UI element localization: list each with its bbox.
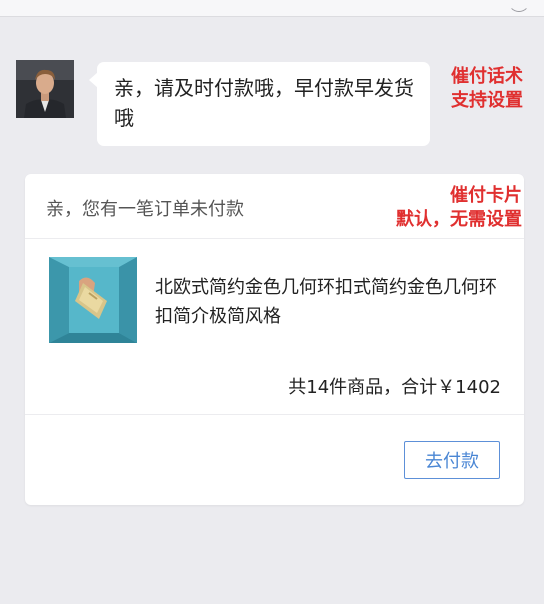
avatar-portrait-icon [16,60,74,118]
chat-message-text: 亲，请及时付款哦，早付款早发货哦 [114,76,414,130]
order-total-summary: 共14件商品，合计￥1402 [288,377,501,398]
top-bar [0,0,544,17]
script-annotation-line-2: 支持设置 [451,90,523,111]
script-annotation: 催付话术 支持设置 [451,65,523,113]
product-image[interactable] [49,257,137,343]
chat-message-bubble: 亲，请及时付款哦，早付款早发货哦 [97,62,430,146]
script-annotation-line-1: 催付话术 [451,66,523,87]
product-photo-icon [49,257,137,343]
card-divider [25,414,524,415]
pay-button[interactable]: 去付款 [404,441,500,479]
card-annotation: 催付卡片 默认，无需设置 [396,184,522,232]
order-card-header: 亲，您有一笔订单未付款 [46,199,244,220]
top-bar-edge-icon [508,0,530,12]
card-annotation-line-2: 默认，无需设置 [396,209,522,230]
product-title[interactable]: 北欧式简约金色几何环扣式简约金色几何环扣简介极简风格 [155,273,507,331]
card-annotation-line-1: 催付卡片 [450,185,522,206]
avatar[interactable] [16,60,74,118]
card-divider [25,238,524,239]
